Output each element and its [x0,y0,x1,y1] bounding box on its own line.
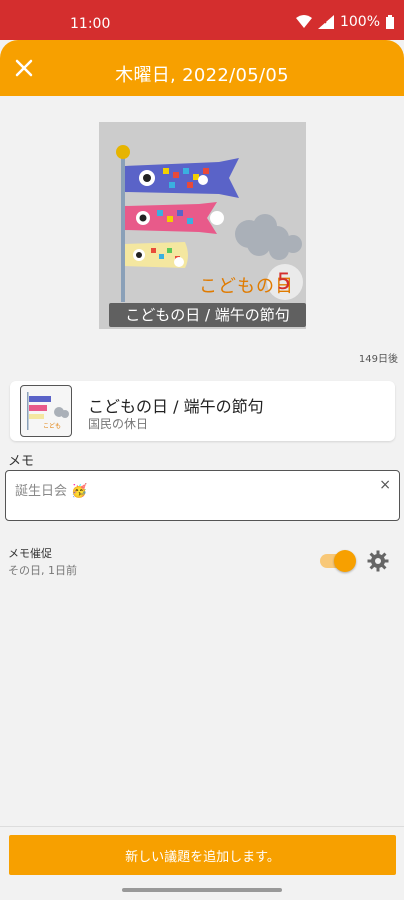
memo-text: 誕生日会 🥳 [15,484,88,499]
battery-level: 100% [339,14,380,30]
memo-input[interactable]: 誕生日会 🥳 × [5,470,400,521]
clear-icon[interactable]: × [379,477,391,493]
reminder-toggle[interactable] [320,550,356,572]
holiday-thumbnail: こども [20,385,72,437]
home-indicator[interactable] [122,888,282,892]
bottom-divider [0,826,404,827]
reminder-subtitle: その日, 1日前 [8,564,77,577]
reminder-label: メモ催促 [8,547,52,560]
app-bar: 木曜日, 2022/05/05 [0,40,404,96]
holiday-image-caption: こどもの日 / 端午の節句 [109,303,306,327]
wifi-icon [295,15,312,29]
status-icons: 100% [295,14,394,30]
gear-icon[interactable] [366,549,390,573]
holiday-image: こどもの日 5 こどもの日 / 端午の節句 [99,122,306,329]
holiday-card[interactable]: こども こどもの日 / 端午の節句 国民の休日 [10,381,395,441]
signal-icon [317,15,334,29]
add-topic-button[interactable]: 新しい議題を追加します。 [9,835,396,875]
status-time: 11:00 [70,16,111,32]
page-title: 木曜日, 2022/05/05 [115,65,289,86]
toggle-knob [334,550,356,572]
memo-label: メモ [8,454,35,469]
days-left-label: 149日後 [358,354,398,365]
hero-image-number: 5 [277,270,291,295]
battery-icon [386,15,394,29]
status-bar: 11:00 100% [0,0,404,40]
svg-text:こども: こども [43,422,61,430]
holiday-name: こどもの日 / 端午の節句 [88,397,264,416]
holiday-type: 国民の休日 [88,417,149,431]
